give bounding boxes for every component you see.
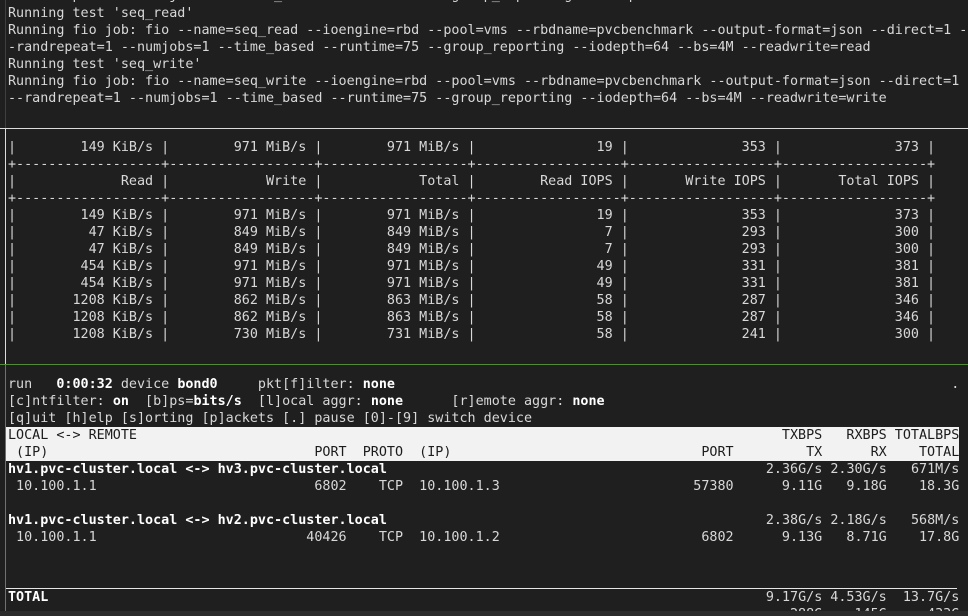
netwatch-content: run 0:00:32 device bond0 pkt[f]ilter: no… xyxy=(5,365,968,616)
fio-running-test-read-line: Running test 'seq_read' xyxy=(8,5,968,22)
table-line: | 454 KiB/s | 971 MiB/s | 971 MiB/s | 49… xyxy=(8,258,968,275)
netwatch-help-line: [q]uit [h]elp [s]orting [p]ackets [.] pa… xyxy=(8,410,968,427)
blank-line xyxy=(8,546,968,563)
table-line: | Read | Write | Total | Read IOPS | Wri… xyxy=(8,173,968,190)
results-table: | 149 KiB/s | 971 MiB/s | 971 MiB/s | 19… xyxy=(5,129,968,364)
table-line: | 47 KiB/s | 849 MiB/s | 849 MiB/s | 7 |… xyxy=(8,241,968,258)
terminal-line: --randrepeat=1 --numjobs=1 --time_based … xyxy=(8,0,968,4)
fio-job-read-line: Running fio job: fio --name=seq_read --i… xyxy=(8,22,968,39)
connection-hosts-line: hv1.pvc-cluster.local <-> hv2.pvc-cluste… xyxy=(8,512,968,529)
fio-output-content: --randrepeat=1 --numjobs=1 --time_based … xyxy=(5,0,968,128)
table-line: +------------------+------------------+-… xyxy=(8,190,968,207)
table-line: | 454 KiB/s | 971 MiB/s | 971 MiB/s | 49… xyxy=(8,275,968,292)
fio-job-read-wrap-line: -randrepeat=1 --numjobs=1 --time_based -… xyxy=(8,39,968,56)
connection-detail-line: 10.100.1.1 40426 TCP 10.100.1.2 6802 9.1… xyxy=(8,529,968,546)
total-rate-line: TOTAL 9.17G/s 4.53G/s 13.7G/s xyxy=(8,589,968,606)
benchmark-results-pane: | 149 KiB/s | 971 MiB/s | 971 MiB/s | 19… xyxy=(0,129,968,364)
connection-hosts-line: hv1.pvc-cluster.local <-> hv3.pvc-cluste… xyxy=(8,461,968,478)
fio-running-test-write-line: Running test 'seq_write' xyxy=(8,56,968,73)
table-line: | 1208 KiB/s | 730 MiB/s | 731 MiB/s | 5… xyxy=(8,326,968,343)
table-line: | 149 KiB/s | 971 MiB/s | 971 MiB/s | 19… xyxy=(8,139,968,156)
connection-detail-line: 10.100.1.1 6802 TCP 10.100.1.3 57380 9.1… xyxy=(8,478,968,495)
netwatch-column-header-row1: LOCAL <-> REMOTE TXBPS RXBPS TOTALBPS xyxy=(6,427,959,444)
table-line: +------------------+------------------+-… xyxy=(8,156,968,173)
fio-job-write-line: Running fio job: fio --name=seq_write --… xyxy=(8,73,968,90)
blank-line xyxy=(8,495,968,512)
netwatch-column-header-row2: (IP) PORT PROTO (IP) PORT TX RX TOTAL xyxy=(6,444,959,461)
table-line: | 47 KiB/s | 849 MiB/s | 849 MiB/s | 7 |… xyxy=(8,224,968,241)
bottom-edge xyxy=(0,611,968,616)
terminal-screen[interactable]: --randrepeat=1 --numjobs=1 --time_based … xyxy=(0,0,968,616)
fio-output-pane: --randrepeat=1 --numjobs=1 --time_based … xyxy=(0,0,968,128)
fio-job-write-wrap-line: --randrepeat=1 --numjobs=1 --time_based … xyxy=(8,90,968,107)
netwatch-filter-status-line: [c]ntfilter: on [b]ps=bits/s [l]ocal agg… xyxy=(8,393,968,410)
table-line: | 1208 KiB/s | 862 MiB/s | 863 MiB/s | 5… xyxy=(8,309,968,326)
blank-line xyxy=(8,563,968,580)
table-line: | 1208 KiB/s | 862 MiB/s | 863 MiB/s | 5… xyxy=(8,292,968,309)
table-line: | 149 KiB/s | 971 MiB/s | 971 MiB/s | 19… xyxy=(8,207,968,224)
netwatch-run-status-line: run 0:00:32 device bond0 pkt[f]ilter: no… xyxy=(8,376,968,393)
netwatch-pane: run 0:00:32 device bond0 pkt[f]ilter: no… xyxy=(0,365,968,616)
